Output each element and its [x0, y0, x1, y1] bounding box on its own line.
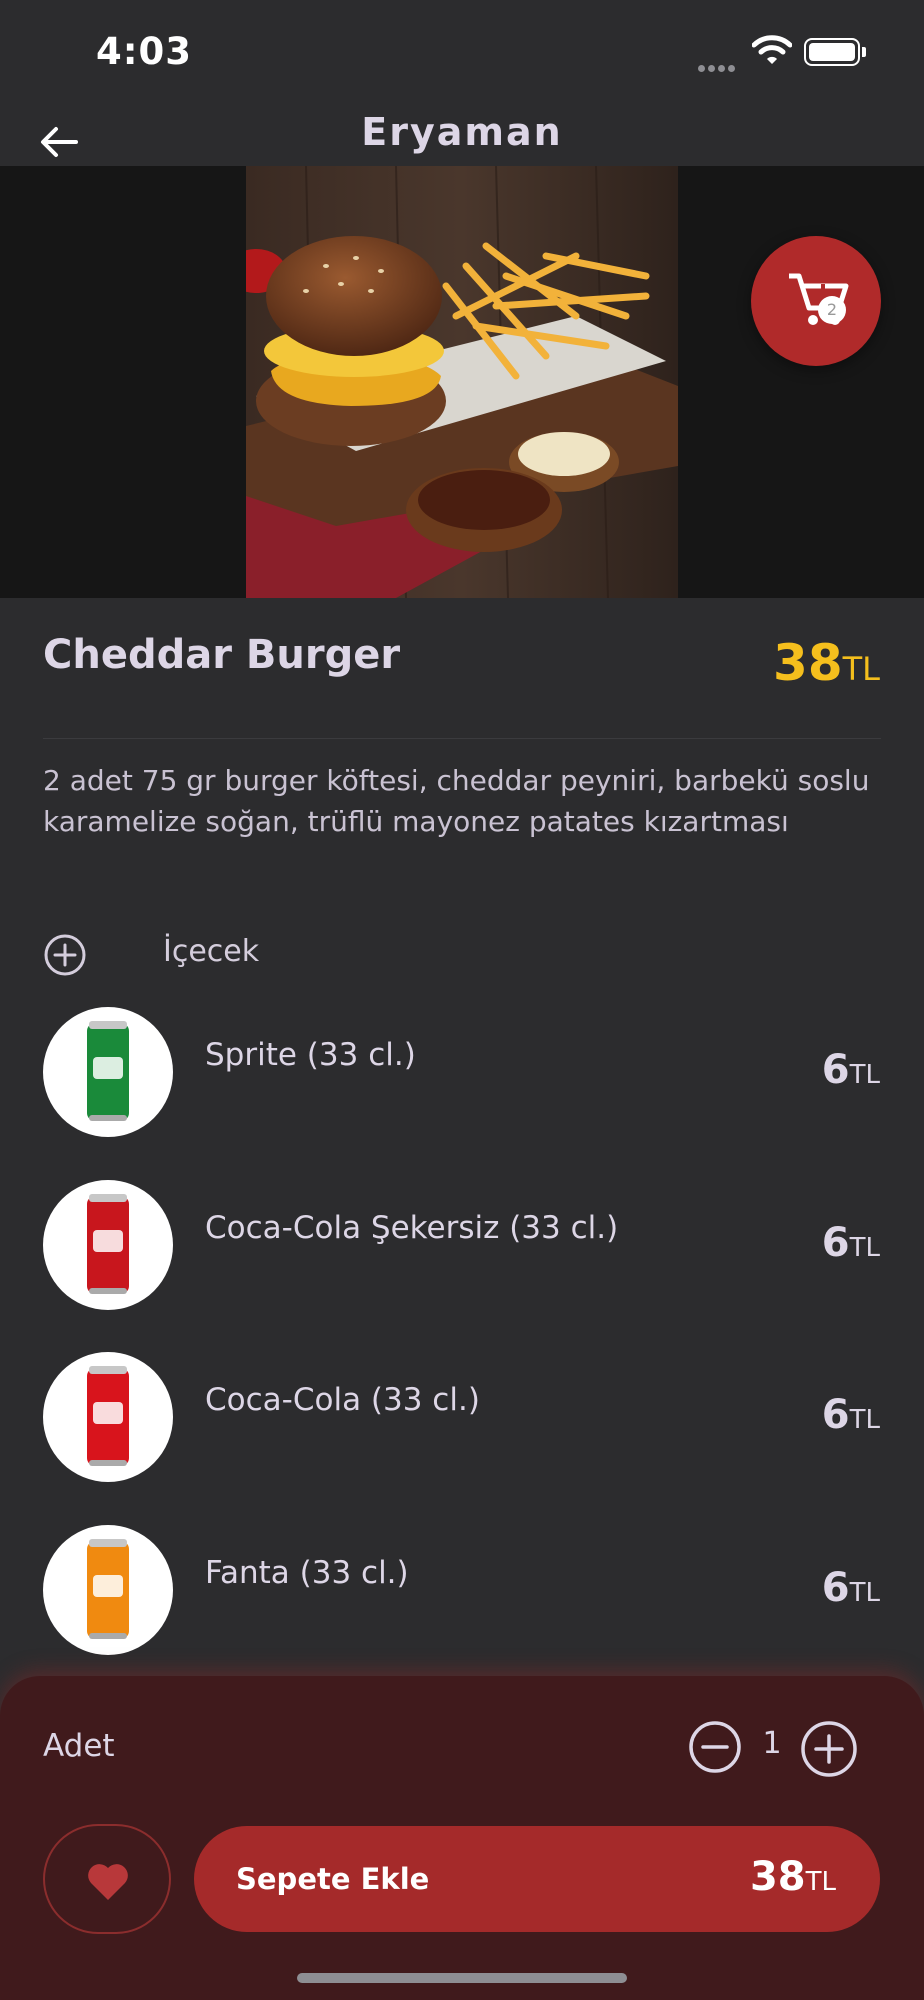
add-circle-icon[interactable] — [43, 933, 87, 977]
status-time: 4:03 — [96, 30, 193, 73]
product-price: 38TL — [773, 634, 880, 692]
product-price-value: 38 — [773, 634, 843, 692]
hero-section: 2 — [0, 166, 924, 598]
drink-thumbnail — [43, 1007, 173, 1137]
drink-price-value: 6 — [821, 1565, 850, 1611]
product-description: 2 adet 75 gr burger köftesi, cheddar pey… — [43, 764, 870, 838]
add-to-cart-label: Sepete Ekle — [236, 1862, 430, 1896]
drink-price-value: 6 — [821, 1220, 850, 1266]
drink-can-image — [87, 1539, 129, 1639]
add-to-cart-button[interactable]: Sepete Ekle 38TL — [194, 1826, 880, 1932]
status-bar: 4:03 — [0, 0, 924, 110]
quantity-label: Adet — [43, 1728, 115, 1764]
drink-can-image — [87, 1366, 129, 1466]
drink-item[interactable]: Fanta (33 cl.) 6TL — [0, 1525, 924, 1655]
order-total: 38TL — [750, 1854, 836, 1900]
drink-name: Sprite (33 cl.) — [205, 1037, 416, 1073]
product-price-currency: TL — [842, 650, 880, 688]
drink-item[interactable]: Sprite (33 cl.) 6TL — [0, 1007, 924, 1137]
favorite-button[interactable] — [43, 1824, 171, 1934]
drink-price-value: 6 — [821, 1047, 850, 1093]
cart-button[interactable] — [751, 236, 881, 366]
drink-price: 6TL — [822, 1392, 880, 1438]
drink-can-image — [87, 1021, 129, 1121]
divider — [43, 738, 881, 739]
drink-price: 6TL — [822, 1047, 880, 1093]
drink-thumbnail — [43, 1352, 173, 1482]
order-total-value: 38 — [749, 1854, 806, 1900]
order-panel: Adet 1 Sepete Ekle 38TL — [0, 1676, 924, 2000]
drink-name: Fanta (33 cl.) — [205, 1555, 409, 1591]
product-name: Cheddar Burger — [43, 632, 401, 678]
drink-name: Coca-Cola (33 cl.) — [205, 1382, 480, 1418]
drink-price: 6TL — [822, 1565, 880, 1611]
quantity-value: 1 — [762, 1726, 782, 1761]
drink-item[interactable]: Coca-Cola (33 cl.) 6TL — [0, 1352, 924, 1482]
product-image — [246, 166, 678, 598]
increase-quantity-button[interactable] — [800, 1720, 858, 1778]
drink-price: 6TL — [822, 1220, 880, 1266]
drink-price-currency: TL — [849, 1405, 880, 1435]
drink-can-image — [87, 1194, 129, 1294]
page-title: Eryaman — [361, 110, 563, 154]
section-title: İçecek — [163, 934, 260, 969]
drink-price-currency: TL — [849, 1578, 880, 1608]
drink-thumbnail — [43, 1180, 173, 1310]
decrease-quantity-button[interactable] — [688, 1720, 742, 1774]
heart-icon — [88, 1864, 128, 1900]
nav-header: Eryaman — [0, 110, 924, 166]
drink-item[interactable]: Coca-Cola Şekersiz (33 cl.) 6TL — [0, 1180, 924, 1310]
cart-icon — [789, 273, 849, 325]
cart-count-badge: 2 — [818, 296, 846, 324]
drink-thumbnail — [43, 1525, 173, 1655]
battery-icon — [804, 38, 860, 66]
battery-cap — [862, 47, 866, 57]
order-total-currency: TL — [805, 1867, 836, 1897]
signal-icon — [698, 57, 738, 76]
drink-price-currency: TL — [849, 1233, 880, 1263]
drink-name: Coca-Cola Şekersiz (33 cl.) — [205, 1210, 619, 1246]
home-indicator — [297, 1973, 627, 1983]
drink-price-currency: TL — [849, 1060, 880, 1090]
wifi-icon — [752, 35, 792, 64]
drink-price-value: 6 — [821, 1392, 850, 1438]
